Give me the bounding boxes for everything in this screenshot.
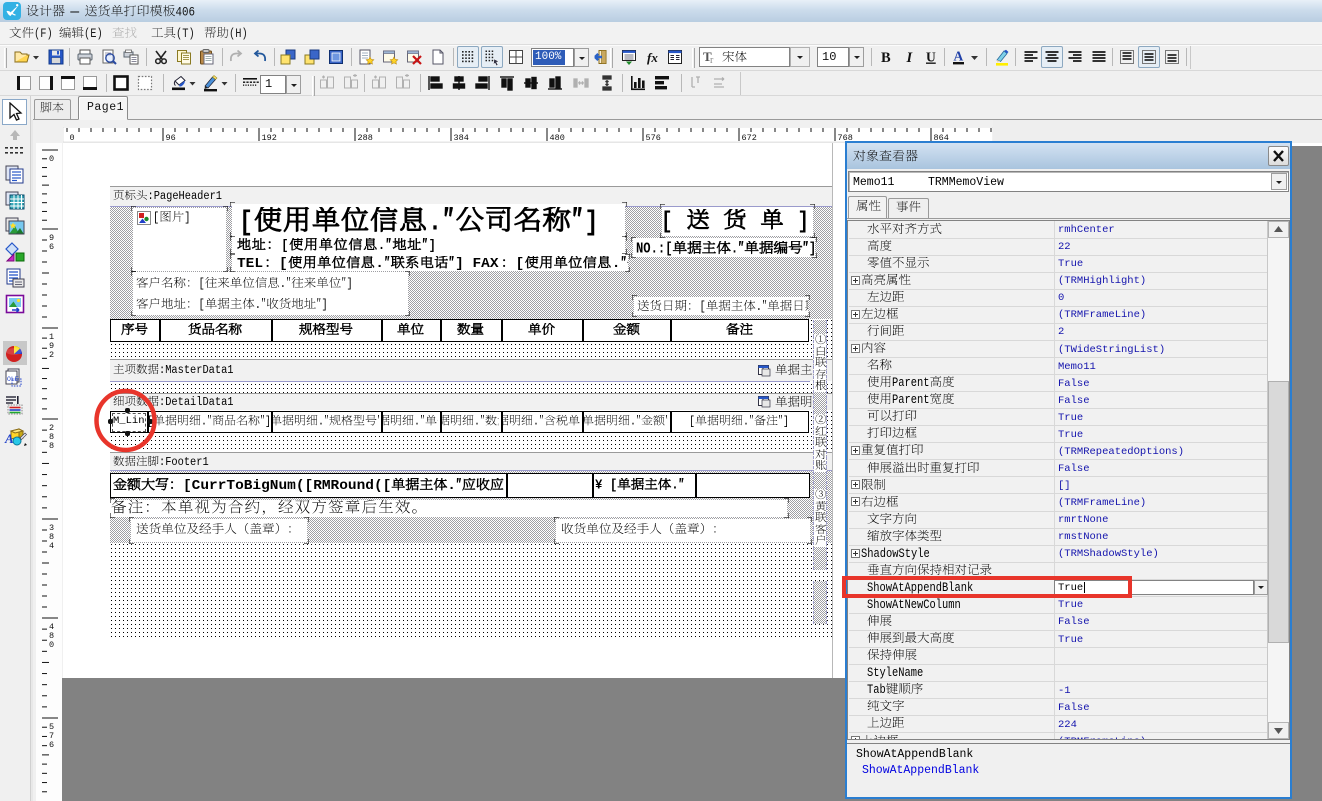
svg-text:(E): (E): [84, 27, 103, 41]
svg-text:[: [: [199, 277, 205, 291]
svg-text:StyleName: StyleName: [867, 666, 923, 680]
svg-text:]: ]: [265, 415, 269, 429]
svg-text:B: B: [881, 50, 891, 66]
svg-text:2: 2: [49, 350, 54, 360]
svg-text:96: 96: [166, 133, 176, 143]
svg-text:]: ]: [429, 238, 436, 254]
svg-text:] FAX: ] FAX: [455, 256, 499, 272]
svg-text:.: .: [474, 415, 480, 429]
svg-text::Footer1: :Footer1: [159, 456, 209, 469]
svg-text:(F): (F): [34, 27, 53, 41]
svg-text:4: 4: [49, 541, 54, 551]
svg-text:672: 672: [742, 133, 757, 143]
svg-text:[: [: [199, 298, 205, 312]
svg-text:.: .: [533, 415, 539, 429]
svg-text:ShowAtNewColumn: ShowAtNewColumn: [867, 598, 961, 612]
svg-text:6: 6: [49, 740, 54, 750]
svg-text:U: U: [926, 50, 936, 65]
svg-text:.: .: [378, 238, 385, 254]
svg-text:.: .: [731, 241, 738, 257]
svg-text:[: [: [700, 300, 706, 314]
svg-text:.: .: [743, 415, 749, 429]
svg-text:fx: fx: [647, 50, 658, 65]
svg-text:¥ [: ¥ [: [595, 478, 617, 493]
svg-text:0: 0: [49, 154, 54, 164]
svg-text:[: [: [516, 256, 525, 272]
svg-text:]: ]: [784, 415, 790, 429]
svg-text:0: 0: [70, 133, 75, 143]
svg-text:(T): (T): [176, 27, 195, 41]
svg-text:384: 384: [454, 133, 469, 143]
svg-text:A: A: [954, 49, 964, 64]
svg-text:192: 192: [262, 133, 277, 143]
svg-text:[: [: [279, 256, 288, 272]
svg-text:576: 576: [646, 133, 661, 143]
svg-text:[: [: [153, 211, 159, 225]
svg-text:[: [: [661, 209, 673, 234]
svg-text:.: .: [255, 298, 261, 312]
svg-text:A: A: [4, 431, 14, 446]
svg-text:.: .: [201, 415, 207, 429]
svg-text:480: 480: [550, 133, 565, 143]
svg-text:.: .: [630, 415, 636, 429]
svg-text:8: 8: [49, 441, 54, 451]
svg-text:]: ]: [584, 207, 598, 238]
svg-text:NO.:[: NO.:[: [636, 241, 673, 257]
svg-text:[: [: [239, 207, 253, 238]
svg-text::MasterData1: :MasterData1: [159, 364, 234, 377]
svg-text:.: .: [447, 478, 456, 494]
svg-text:.: .: [318, 415, 324, 429]
svg-text:[CurrToBigNum([RMRound([: [CurrToBigNum([RMRound([: [183, 478, 391, 494]
svg-text:.: .: [375, 256, 384, 272]
svg-text:-: -: [65, 5, 85, 19]
svg-text:.: .: [612, 256, 621, 272]
svg-text:Parent: Parent: [892, 393, 930, 407]
svg-text:.: .: [756, 300, 762, 314]
svg-text:.: .: [671, 478, 678, 493]
svg-text:6: 6: [49, 242, 54, 252]
svg-text::PageHeader1: :PageHeader1: [148, 190, 223, 203]
svg-text:288: 288: [358, 133, 373, 143]
svg-text:]: ]: [321, 298, 327, 312]
svg-text:]: ]: [184, 211, 190, 225]
svg-text:Tab: Tab: [867, 683, 886, 697]
svg-text:(H): (H): [229, 27, 248, 41]
svg-text:[: [: [689, 415, 695, 429]
svg-text:406: 406: [176, 5, 195, 19]
svg-text:[: [: [281, 238, 288, 254]
svg-text:TEL: TEL: [237, 256, 263, 272]
svg-text:]: ]: [797, 209, 809, 234]
svg-text:Parent: Parent: [892, 376, 930, 390]
svg-text:ShadowStyle: ShadowStyle: [861, 547, 930, 561]
svg-text::DetailData1: :DetailData1: [159, 396, 234, 409]
svg-text:.: .: [414, 415, 420, 429]
svg-text:I: I: [906, 50, 914, 66]
svg-text:.: .: [428, 207, 442, 238]
svg-text:]: ]: [346, 277, 352, 291]
svg-text:r: r: [710, 55, 714, 64]
svg-text:.: .: [280, 277, 286, 291]
svg-text:0: 0: [49, 640, 54, 650]
